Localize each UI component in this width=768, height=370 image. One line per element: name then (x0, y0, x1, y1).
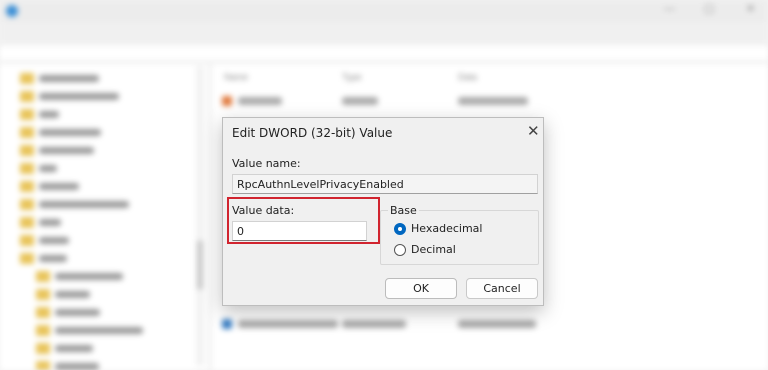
folder-icon (20, 127, 34, 138)
radio-hexadecimal-label: Hexadecimal (411, 222, 483, 235)
dword-value-icon (222, 319, 232, 329)
folder-icon (36, 361, 50, 370)
folder-icon (20, 199, 34, 210)
radio-decimal-label: Decimal (411, 243, 456, 256)
folder-icon (20, 217, 34, 228)
ok-button[interactable]: OK (385, 278, 457, 299)
folder-icon (36, 289, 50, 300)
folder-icon (20, 235, 34, 246)
window-close-icon[interactable]: ✕ (746, 4, 756, 15)
string-value-icon (222, 96, 232, 106)
folder-icon (20, 253, 34, 264)
key-tree (0, 64, 210, 370)
column-header-data[interactable]: Data (458, 72, 477, 82)
column-header-type[interactable]: Type (342, 72, 362, 82)
address-bar[interactable] (0, 44, 768, 62)
tree-scrollbar[interactable] (196, 66, 204, 366)
radio-decimal[interactable]: Decimal (394, 243, 456, 256)
folder-icon (20, 91, 34, 102)
close-icon[interactable]: ✕ (527, 124, 540, 139)
folder-icon (36, 307, 50, 318)
value-name-label: Value name: (232, 157, 301, 170)
title-bar: — ▢ ✕ (0, 0, 768, 22)
minimize-icon[interactable]: — (664, 4, 675, 15)
folder-icon (36, 325, 50, 336)
folder-icon (36, 343, 50, 354)
value-data-label: Value data: (232, 204, 295, 217)
tree-scrollbar-thumb[interactable] (197, 240, 203, 290)
dialog-title: Edit DWORD (32-bit) Value (232, 126, 393, 140)
radio-unselected-icon[interactable] (394, 243, 406, 256)
maximize-icon[interactable]: ▢ (704, 4, 714, 15)
edit-dword-dialog: Edit DWORD (32-bit) Value ✕ Value name: … (222, 117, 544, 306)
radio-selected-icon[interactable] (394, 222, 406, 235)
value-name-field[interactable]: RpcAuthnLevelPrivacyEnabled (232, 174, 538, 194)
menu-bar (0, 22, 768, 42)
folder-icon (20, 109, 34, 120)
folder-icon (20, 181, 34, 192)
folder-icon (20, 163, 34, 174)
registry-editor-icon (6, 5, 18, 17)
folder-icon (20, 145, 34, 156)
value-data-input[interactable]: 0 (232, 221, 367, 241)
radio-hexadecimal[interactable]: Hexadecimal (394, 222, 482, 235)
folder-icon (20, 73, 34, 84)
column-header-name[interactable]: Name (224, 72, 248, 82)
base-label: Base (388, 204, 419, 217)
base-group (380, 210, 539, 265)
cancel-button[interactable]: Cancel (466, 278, 538, 299)
folder-icon (36, 271, 50, 282)
